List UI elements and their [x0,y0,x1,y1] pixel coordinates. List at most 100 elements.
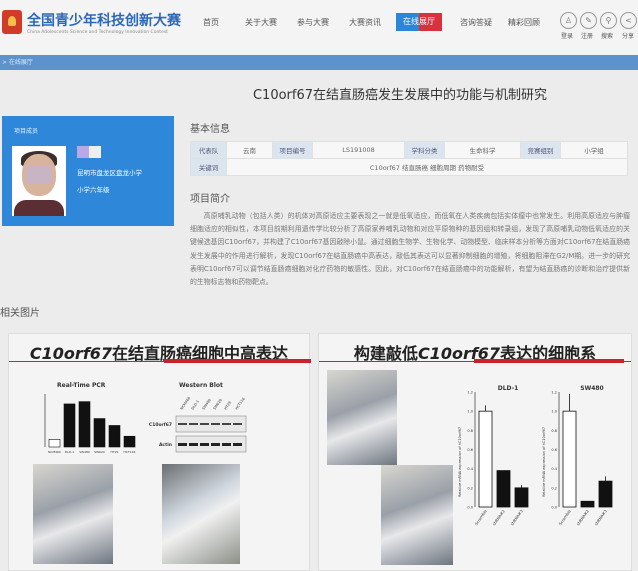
bar [598,480,613,508]
y-axis-label: Relative mRNA expression of hC10orf67 [542,427,546,497]
western-blot: NCM460 DLD-1 SW480 SW620 HT29 HCT116C10orf67A… [149,396,247,453]
site-title[interactable]: 全国青少年科技创新大赛 [27,10,181,30]
nav-faq[interactable]: 咨询答疑 [460,17,492,28]
lab-photo-hood [327,370,397,465]
user-icon[interactable]: ♙ [560,12,577,29]
team-label: 代表队 [190,141,227,159]
x-tick-label: shRNA#2 [491,508,506,526]
login-label[interactable]: 登录 [561,31,573,40]
site-logo[interactable] [2,10,22,34]
pcr-bar [108,425,121,448]
wb-band [222,423,231,425]
pcr-tick-label: SW480 [79,450,90,454]
x-tick-label: Scramble [557,508,572,526]
breadcrumb[interactable]: > 在线展厅 [0,55,638,70]
figure-panel-knockdown[interactable]: 构建敲低C10orf67表达的细胞系 DLD-1 Relative mRNA ex… [318,333,632,571]
y-tick-label: 0.4 [551,467,557,471]
subject-value: 生命科学 [444,141,521,159]
intro-heading: 项目简介 [190,194,230,205]
y-tick-label: 1.0 [467,410,473,414]
y-tick-label: 0.8 [551,429,557,433]
bar [478,410,493,508]
lab-photo-pipette [33,464,113,564]
wb-row-label: Actin [159,442,172,448]
related-images-heading: 相关图片 [0,308,40,319]
group-label: 竞赛组别 [520,141,561,159]
pcr-bar [63,403,76,448]
dld1-chart: DLD-1 Relative mRNA expression of hC10orf… [458,385,529,526]
project-id-value: LS191008 [312,141,405,159]
y-tick-label: 0.0 [551,506,557,510]
pencil-icon[interactable]: ✎ [580,12,597,29]
bar [496,470,511,508]
keywords-label: 关键词 [190,158,227,176]
member-school: 昆明市盘龙区盘龙小学 [77,169,142,177]
y-tick-label: 1.2 [551,391,557,395]
nav-review[interactable]: 精彩回顾 [508,17,540,28]
lab-photo-bench [381,465,453,565]
y-tick-label: 0.8 [467,429,473,433]
wb-band [178,443,187,446]
y-tick-label: 0.6 [467,448,473,452]
search-label[interactable]: 搜索 [601,31,613,40]
pcr-title: Real-Time PCR [57,382,106,389]
wb-lane-label: DLD-1 [191,399,200,410]
bar [562,410,577,508]
member-heading: 项目成员 [14,128,39,135]
intro-text: 高原哺乳动物（包括人类）的机体对高原适应主要表现之一就是低氧适应，而低氧在人类疾… [190,212,630,287]
wb-lane-label: SW480 [202,398,212,410]
wb-lane-label: HCT116 [235,397,246,411]
page-title: C10orf67在结直肠癌发生发展中的功能与机制研究 [252,88,548,103]
pcr-bar [48,439,61,448]
divider-accent [474,359,624,363]
keywords-value: C10orf67 结直肠癌 细胞周期 药物耐受 [226,158,628,176]
search-icon[interactable]: ⚲ [600,12,617,29]
member-grade: 小学六年级 [77,186,110,194]
team-value: 云南 [226,141,273,159]
pcr-tick-label: SW620 [94,450,105,454]
wb-band [189,423,198,425]
wb-band [222,443,231,446]
share-icon[interactable]: < [620,12,637,29]
lab-photo-computer [162,464,240,564]
member-name-badge [77,146,101,158]
share-label[interactable]: 分享 [622,31,634,40]
pcr-bar [93,418,106,448]
site-subtitle: China Adolescents Science and Technology… [27,30,168,35]
wb-band [200,443,209,446]
pcr-bar [78,401,91,448]
nav-participate[interactable]: 参与大赛 [297,17,329,28]
member-photo [12,146,66,216]
chart-title: SW480 [580,385,603,392]
subject-label: 学科分类 [404,141,445,159]
x-tick-label: shRNA#3 [593,508,608,526]
y-tick-label: 0.4 [467,467,473,471]
group-value: 小学组 [560,141,628,159]
nav-home[interactable]: 首页 [203,17,219,28]
wb-lane-label: HT29 [224,401,233,411]
wb-band [200,423,209,425]
bar [514,487,529,508]
nav-news[interactable]: 大赛资讯 [349,17,381,28]
wb-band [211,443,220,446]
pcr-tick-label: NCM460 [48,450,61,454]
wb-title: Western Blot [179,382,223,389]
pcr-tick-label: HT29 [111,450,119,454]
wb-band [211,423,220,425]
y-tick-label: 1.2 [467,391,473,395]
y-tick-label: 1.0 [551,410,557,414]
nav-about[interactable]: 关于大赛 [245,17,277,28]
x-tick-label: shRNA#3 [509,508,524,526]
wb-row-label: C10orf67 [149,422,172,428]
figure-panel-expression[interactable]: C10orf67在结直肠癌细胞中高表达 Real-Time PCR NCM460… [8,333,311,571]
chart-title: DLD-1 [498,385,519,392]
divider-accent [164,359,311,363]
pcr-chart: NCM460 DLD-1 SW480 SW620 HT29 HCT116 [44,394,136,454]
y-tick-label: 0.2 [551,486,557,490]
nav-online-exhibition[interactable]: 在线展厅 [396,13,442,31]
y-axis-label: Relative mRNA expression of hC10orf67 [458,427,462,497]
wb-band [233,423,242,425]
y-tick-label: 0.2 [467,486,473,490]
register-label[interactable]: 注册 [581,31,593,40]
pcr-tick-label: DLD-1 [65,450,74,454]
